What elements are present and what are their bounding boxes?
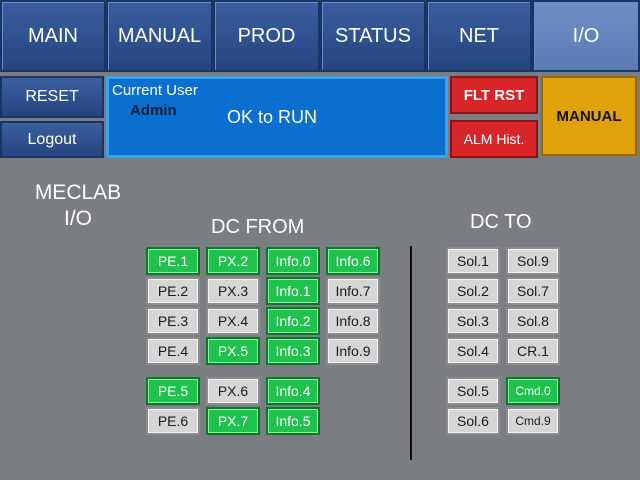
io-indicator-cmd-9: Cmd.9 <box>506 407 560 435</box>
io-indicator-info-2: Info.2 <box>266 307 320 335</box>
nav-net-button[interactable]: NET <box>426 0 532 72</box>
io-indicator-pe-6: PE.6 <box>146 407 200 435</box>
io-indicator-info-6: Info.6 <box>326 247 380 275</box>
alarm-history-button[interactable]: ALM Hist. <box>450 120 538 158</box>
reset-button[interactable]: RESET <box>0 76 104 118</box>
io-indicator-sol-5: Sol.5 <box>446 377 500 405</box>
current-user-name: Admin <box>130 102 177 119</box>
dc-to-title: DC TO <box>470 211 532 233</box>
io-indicator-pe-4: PE.4 <box>146 337 200 365</box>
io-indicator-pe-3: PE.3 <box>146 307 200 335</box>
section-divider <box>410 246 412 460</box>
io-indicator-info-4: Info.4 <box>266 377 320 405</box>
nav-main-button[interactable]: MAIN <box>0 0 106 72</box>
io-indicator-pe-1: PE.1 <box>146 247 200 275</box>
status-panel: Current User Admin OK to RUN <box>106 76 448 158</box>
current-user-label: Current User <box>112 82 198 99</box>
io-indicator-info-8: Info.8 <box>326 307 380 335</box>
manual-mode-button[interactable]: MANUAL <box>541 76 637 156</box>
io-indicator-pe-2: PE.2 <box>146 277 200 305</box>
io-indicator-info-5: Info.5 <box>266 407 320 435</box>
nav-manual-button[interactable]: MANUAL <box>106 0 213 72</box>
io-indicator-info-9: Info.9 <box>326 337 380 365</box>
run-status-text: OK to RUN <box>227 107 318 127</box>
io-indicator-px-4: PX.4 <box>206 307 260 335</box>
io-indicator-cmd-0: Cmd.0 <box>506 377 560 405</box>
io-indicator-info-1: Info.1 <box>266 277 320 305</box>
logout-button[interactable]: Logout <box>0 121 104 158</box>
io-indicator-sol-8: Sol.8 <box>506 307 560 335</box>
io-indicator-px-6: PX.6 <box>206 377 260 405</box>
io-indicator-sol-9: Sol.9 <box>506 247 560 275</box>
io-indicator-sol-7: Sol.7 <box>506 277 560 305</box>
dc-from-title: DC FROM <box>211 216 305 238</box>
page-title: MECLAB <box>34 181 122 204</box>
nav-status-button[interactable]: STATUS <box>320 0 426 72</box>
io-indicator-sol-6: Sol.6 <box>446 407 500 435</box>
fault-reset-button[interactable]: FLT RST <box>450 76 538 114</box>
io-indicator-sol-2: Sol.2 <box>446 277 500 305</box>
nav-io-button[interactable]: I/O <box>532 0 640 72</box>
io-indicator-cr-1: CR.1 <box>506 337 560 365</box>
io-indicator-info-0: Info.0 <box>266 247 320 275</box>
io-indicator-px-5: PX.5 <box>206 337 260 365</box>
page-subtitle: I/O <box>63 207 92 230</box>
io-indicator-info-3: Info.3 <box>266 337 320 365</box>
io-indicator-info-7: Info.7 <box>326 277 380 305</box>
io-indicator-pe-5: PE.5 <box>146 377 200 405</box>
io-indicator-sol-4: Sol.4 <box>446 337 500 365</box>
io-indicator-px-3: PX.3 <box>206 277 260 305</box>
io-indicator-px-7: PX.7 <box>206 407 260 435</box>
nav-prod-button[interactable]: PROD <box>213 0 320 72</box>
io-indicator-sol-3: Sol.3 <box>446 307 500 335</box>
io-indicator-sol-1: Sol.1 <box>446 247 500 275</box>
io-indicator-px-2: PX.2 <box>206 247 260 275</box>
